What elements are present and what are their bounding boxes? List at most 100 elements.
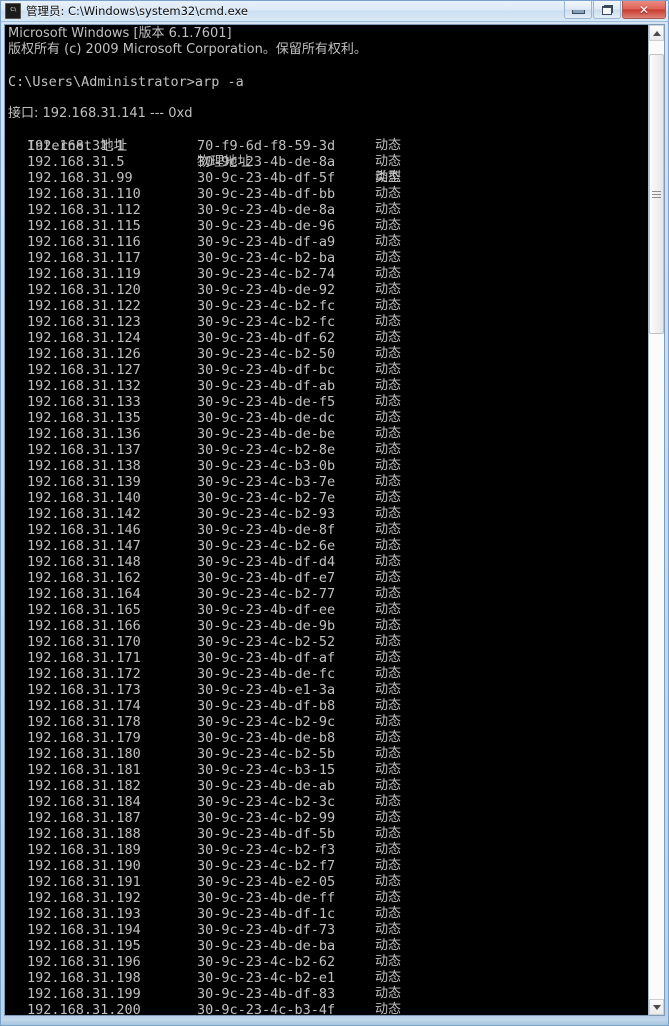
arp-physical-address: 30-9c-23-4c-b2-6e (197, 538, 336, 554)
arp-physical-address: 30-9c-23-4b-de-ab (197, 778, 336, 794)
arp-table-row: 192.168.31.192 30-9c-23-4b-de-ff 动态 (8, 890, 648, 906)
arp-entry-type: 动态 (375, 474, 402, 489)
arp-internet-address: 192.168.31.165 (27, 602, 141, 618)
arp-physical-address: 30-9c-23-4c-b2-ba (197, 250, 336, 266)
arp-table-row: 192.168.31.133 30-9c-23-4b-de-f5 动态 (8, 394, 648, 410)
arp-internet-address: 192.168.31.173 (27, 682, 141, 698)
console-line-interface: 接口: 192.168.31.141 --- 0xd (8, 106, 193, 121)
arp-table-row: 192.168.31.147 30-9c-23-4c-b2-6e 动态 (8, 538, 648, 554)
arp-physical-address: 30-9c-23-4b-de-ba (197, 938, 336, 954)
arp-physical-address: 30-9c-23-4c-b2-7e (197, 490, 336, 506)
console-line-version: Microsoft Windows [版本 6.1.7601] (8, 26, 232, 41)
close-button[interactable]: ✕ (622, 1, 666, 19)
arp-physical-address: 30-9c-23-4b-df-b8 (197, 698, 336, 714)
arp-entry-type: 动态 (375, 666, 402, 681)
arp-table-row: 192.168.31.181 30-9c-23-4c-b3-15 动态 (8, 762, 648, 778)
arp-table-header: Internet 地址 物理地址 类型 (8, 122, 648, 185)
window-controls: ✕ (563, 1, 666, 21)
arp-table-row: 192.168.31.172 30-9c-23-4b-de-fc 动态 (8, 666, 648, 682)
arp-internet-address: 192.168.31.178 (27, 714, 141, 730)
arp-entry-type: 动态 (375, 506, 402, 521)
arp-table-row: 192.168.31.123 30-9c-23-4c-b2-fc 动态 (8, 314, 648, 330)
arp-physical-address: 30-9c-23-4c-b2-fc (197, 298, 336, 314)
scroll-down-button[interactable] (649, 999, 664, 1015)
arp-physical-address: 30-9c-23-4c-b2-52 (197, 634, 336, 650)
arp-internet-address: 192.168.31.193 (27, 906, 141, 922)
minimize-button[interactable] (564, 1, 592, 19)
restore-button[interactable] (593, 1, 621, 19)
minimize-icon (571, 10, 585, 14)
arp-table-row: 192.168.31.142 30-9c-23-4c-b2-93 动态 (8, 506, 648, 522)
arp-internet-address: 192.168.31.119 (27, 266, 141, 282)
arp-internet-address: 192.168.31.5 (27, 154, 125, 170)
arp-entry-type: 动态 (375, 202, 402, 217)
arp-table-row: 192.168.31.164 30-9c-23-4c-b2-77 动态 (8, 586, 648, 602)
arp-entry-type: 动态 (375, 730, 402, 745)
arp-internet-address: 192.168.31.198 (27, 970, 141, 986)
title-bar[interactable]: C:\ 管理员: C:\Windows\system32\cmd.exe ✕ (1, 1, 668, 22)
restore-icon (601, 4, 613, 15)
arp-internet-address: 192.168.31.195 (27, 938, 141, 954)
console-output[interactable]: Microsoft Windows [版本 6.1.7601] 版权所有 (c)… (4, 24, 648, 1016)
arp-internet-address: 192.168.31.194 (27, 922, 141, 938)
scroll-up-button[interactable] (649, 25, 664, 41)
arp-internet-address: 192.168.31.200 (27, 1002, 141, 1016)
arp-physical-address: 30-9c-23-4b-df-e7 (197, 570, 336, 586)
arp-physical-address: 30-9c-23-4b-de-9b (197, 618, 336, 634)
arp-physical-address: 30-9c-23-4c-b2-62 (197, 954, 336, 970)
arp-internet-address: 192.168.31.140 (27, 490, 141, 506)
arp-internet-address: 192.168.31.164 (27, 586, 141, 602)
arp-internet-address: 192.168.31.115 (27, 218, 141, 234)
arp-entry-type: 动态 (375, 458, 402, 473)
arp-entry-type: 动态 (375, 890, 402, 905)
arp-physical-address: 30-9c-23-4b-de-96 (197, 218, 336, 234)
arp-entry-type: 动态 (375, 970, 402, 985)
arp-entry-type: 动态 (375, 218, 402, 233)
arp-entry-type: 动态 (375, 922, 402, 937)
arp-physical-address: 30-9c-23-4b-df-ab (197, 378, 336, 394)
arp-physical-address: 30-9c-23-4c-b3-7e (197, 474, 336, 490)
arp-table-row: 192.168.31.137 30-9c-23-4c-b2-8e 动态 (8, 442, 648, 458)
arp-internet-address: 192.168.31.139 (27, 474, 141, 490)
close-icon: ✕ (638, 2, 650, 17)
arp-physical-address: 30-9c-23-4c-b3-15 (197, 762, 336, 778)
arp-table-row: 192.168.31.127 30-9c-23-4b-df-bc 动态 (8, 362, 648, 378)
arp-physical-address: 30-9c-23-4c-b2-fc (197, 314, 336, 330)
arp-internet-address: 192.168.31.116 (27, 234, 141, 250)
arp-physical-address: 30-9c-23-4b-df-d4 (197, 554, 336, 570)
arp-table-row: 192.168.31.135 30-9c-23-4b-de-dc 动态 (8, 410, 648, 426)
arp-entry-type: 动态 (375, 586, 402, 601)
arp-table-row: 192.168.31.136 30-9c-23-4b-de-be 动态 (8, 426, 648, 442)
arp-entry-type: 动态 (375, 362, 402, 377)
arp-internet-address: 192.168.31.192 (27, 890, 141, 906)
arp-entry-type: 动态 (375, 746, 402, 761)
arp-internet-address: 192.168.31.166 (27, 618, 141, 634)
arp-entry-type: 动态 (375, 762, 402, 777)
arp-physical-address: 30-9c-23-4c-b2-3c (197, 794, 336, 810)
arp-table-row: 192.168.31.187 30-9c-23-4c-b2-99 动态 (8, 810, 648, 826)
arp-physical-address: 30-9c-23-4b-df-ee (197, 602, 336, 618)
arp-entry-type: 动态 (375, 138, 402, 153)
arp-entry-type: 动态 (375, 266, 402, 281)
arp-internet-address: 192.168.31.190 (27, 858, 141, 874)
vertical-scrollbar[interactable] (648, 24, 665, 1016)
arp-internet-address: 192.168.31.132 (27, 378, 141, 394)
arp-physical-address: 30-9c-23-4b-de-92 (197, 282, 336, 298)
arp-table-row: 192.168.31.195 30-9c-23-4b-de-ba 动态 (8, 938, 648, 954)
arp-physical-address: 30-9c-23-4b-de-be (197, 426, 336, 442)
arp-physical-address: 30-9c-23-4b-de-fc (197, 666, 336, 682)
arp-table-row: 192.168.31.115 30-9c-23-4b-de-96 动态 (8, 218, 648, 234)
arp-table-row: 192.168.31.182 30-9c-23-4b-de-ab 动态 (8, 778, 648, 794)
arp-entry-type: 动态 (375, 554, 402, 569)
scrollbar-thumb[interactable] (649, 54, 664, 334)
arp-entry-type: 动态 (375, 794, 402, 809)
arp-entry-type: 动态 (375, 410, 402, 425)
arp-physical-address: 30-9c-23-4b-de-8a (197, 154, 336, 170)
arp-internet-address: 192.168.31.1 (27, 138, 125, 154)
arp-entry-type: 动态 (375, 826, 402, 841)
scrollbar-track[interactable] (649, 41, 664, 999)
arp-table-row: 192.168.31.119 30-9c-23-4c-b2-74 动态 (8, 266, 648, 282)
arp-entry-type: 动态 (375, 778, 402, 793)
console-line-command: C:\Users\Administrator>arp -a (8, 74, 244, 90)
arp-internet-address: 192.168.31.120 (27, 282, 141, 298)
